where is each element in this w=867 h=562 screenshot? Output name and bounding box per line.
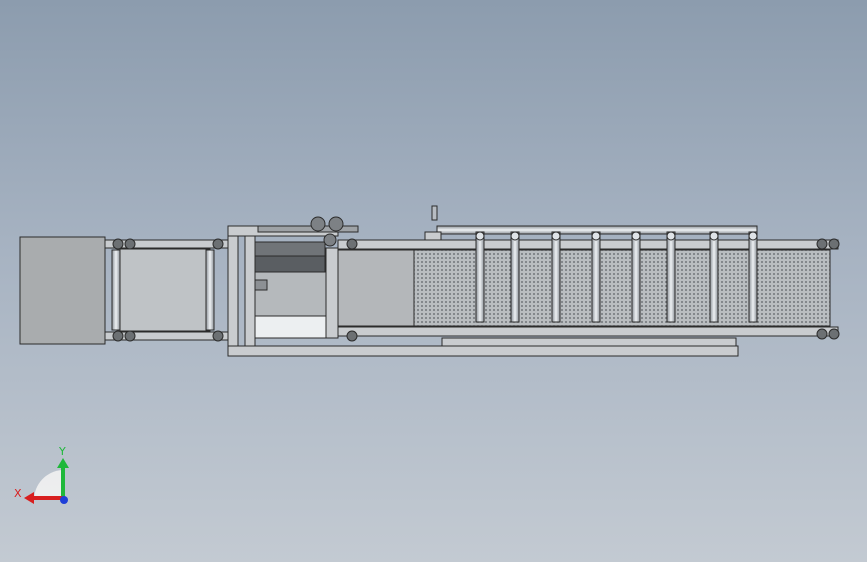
left-wheel-top-b: [124, 238, 136, 250]
nozzle-joint: [591, 231, 601, 241]
drive-sprocket-b: [328, 216, 344, 232]
drive-sprocket-c: [323, 233, 337, 247]
nozzle-joint: [631, 231, 641, 241]
nozzle-joint: [551, 231, 561, 241]
right-wheel-bottom-a: [816, 328, 828, 340]
cad-viewport[interactable]: X Y: [0, 0, 867, 562]
section-wheel-top: [346, 238, 358, 250]
x-axis-head: [24, 492, 34, 504]
right-wheel-top-b: [828, 238, 840, 250]
spray-manifold[interactable]: [424, 205, 758, 241]
drive-sprocket-a: [310, 216, 326, 232]
conveyor-machine-model[interactable]: [19, 205, 840, 357]
spray-nozzle-pipe: [510, 231, 520, 323]
right-wheel-top-a: [816, 238, 828, 250]
left-conveyor-section[interactable]: [104, 238, 231, 342]
right-wheel-bottom-b: [828, 328, 840, 340]
left-wheel-top-a: [112, 238, 124, 250]
y-axis-head: [57, 458, 69, 468]
section-wheel-bottom: [346, 330, 358, 342]
spray-nozzle-pipe: [666, 231, 676, 323]
mid-wheel-bottom: [212, 330, 224, 342]
right-conveyor-section[interactable]: [337, 238, 840, 347]
x-axis-label: X: [14, 487, 22, 500]
triad-base-plane: [33, 470, 62, 500]
y-axis-label: Y: [58, 445, 66, 458]
spray-nozzle-pipe: [591, 231, 601, 323]
spray-nozzle-pipe: [475, 231, 485, 323]
spray-nozzle-pipe: [709, 231, 719, 323]
left-wheel-bottom-a: [112, 330, 124, 342]
spray-nozzle-pipe: [551, 231, 561, 323]
left-wheel-bottom-b: [124, 330, 136, 342]
sprocket-chain: [257, 225, 359, 233]
transfer-plate: [337, 249, 415, 327]
coordinate-triad: X Y: [14, 445, 69, 504]
left-idle-roller: [205, 249, 215, 331]
left-roller: [111, 249, 121, 331]
nozzle-joint: [748, 231, 758, 241]
left-control-box[interactable]: [19, 236, 106, 345]
drive-panel-lower: [254, 315, 328, 339]
z-axis-dot: [60, 496, 68, 504]
nozzle-joint: [475, 231, 485, 241]
nozzle-joint: [510, 231, 520, 241]
nozzle-joint: [709, 231, 719, 241]
inlet-pipe: [431, 205, 438, 221]
spray-nozzle-pipe: [631, 231, 641, 323]
spray-nozzle-pipe: [748, 231, 758, 323]
nozzle-joint: [666, 231, 676, 241]
mid-wheel-top: [212, 238, 224, 250]
